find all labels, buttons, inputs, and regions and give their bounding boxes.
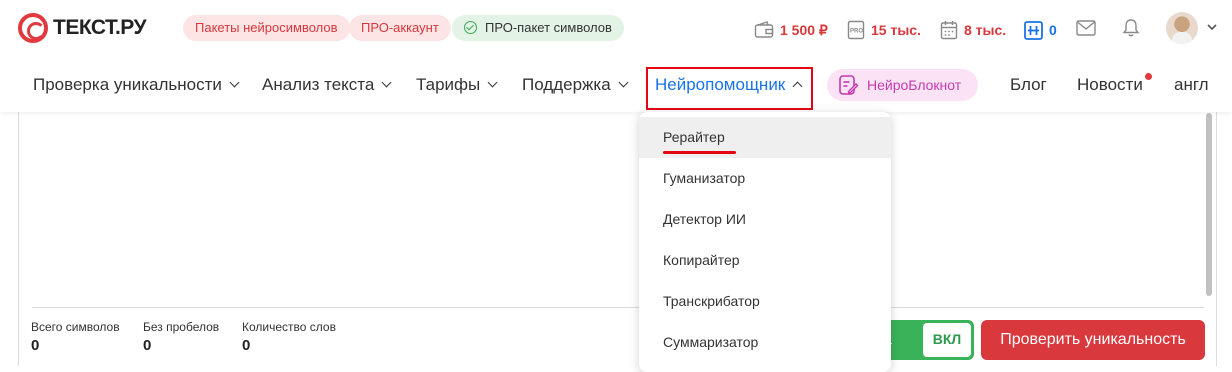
nav-language[interactable]: англ — [1174, 58, 1209, 112]
dropdown-item-copywriter[interactable]: Копирайтер — [639, 240, 891, 281]
pro-account-pill[interactable]: ПРО-аккаунт — [349, 15, 451, 41]
editor-scrollbar[interactable] — [1206, 113, 1212, 296]
pro-chars-pill[interactable]: ПРО-пакет символов — [452, 15, 624, 41]
daily-chars-value: 8 тыс. — [964, 22, 1007, 38]
nav-uniqueness[interactable]: Проверка уникальности — [33, 58, 240, 112]
nav-news-label: Новости — [1077, 75, 1143, 94]
total-chars-value: 0 — [31, 337, 40, 354]
top-header: ТЕКСТ.РУ Пакеты нейросимволов ПРО-аккаун… — [0, 0, 1232, 58]
wallet-icon — [754, 21, 774, 38]
notifications-count: 0 — [1049, 22, 1057, 38]
nav-support[interactable]: Поддержка — [522, 58, 629, 112]
notification-h-icon — [1024, 20, 1043, 40]
notebook-icon — [839, 75, 859, 95]
logo-icon — [18, 13, 48, 43]
mail-icon[interactable] — [1076, 20, 1096, 36]
nav-support-label: Поддержка — [522, 75, 611, 94]
pro-chars-pill-label: ПРО-пакет символов — [485, 20, 612, 35]
no-spaces-value: 0 — [143, 337, 152, 354]
chevron-down-icon — [229, 77, 240, 88]
nav-tariffs-label: Тарифы — [416, 75, 481, 94]
pro-doc-icon: PRO — [847, 20, 865, 40]
chevron-down-icon — [618, 77, 629, 88]
neuro-packages-pill[interactable]: Пакеты нейросимволов — [183, 15, 350, 41]
nav-tariffs[interactable]: Тарифы — [416, 58, 498, 112]
balance-value: 1 500 ₽ — [780, 21, 828, 38]
word-count-label: Количество слов — [242, 320, 336, 334]
no-spaces-label: Без пробелов — [143, 320, 220, 334]
nav-text-analysis-label: Анализ текста — [262, 75, 375, 94]
check-uniqueness-button[interactable]: Проверить уникальность — [981, 320, 1205, 360]
chevron-down-icon — [487, 77, 498, 88]
nav-blog-label: Блог — [1010, 75, 1047, 94]
pro-chars-stat[interactable]: PRO 15 тыс. — [847, 18, 921, 42]
selected-item-underline — [663, 151, 736, 154]
avatar[interactable] — [1166, 12, 1198, 44]
chevron-down-icon — [381, 77, 392, 88]
daily-chars-stat[interactable]: 8 тыс. — [940, 18, 1006, 42]
nav-uniqueness-label: Проверка уникальности — [33, 75, 222, 94]
notifications-stat[interactable]: 0 — [1024, 18, 1057, 42]
editor-divider — [32, 307, 1204, 308]
active-nav-highlight — [646, 67, 813, 110]
dropdown-item-transcriber[interactable]: Транскрибатор — [639, 281, 891, 322]
news-unread-dot — [1145, 73, 1152, 80]
chevron-down-icon[interactable] — [1207, 24, 1217, 31]
nav-neuro-notebook-label: НейроБлокнот — [867, 77, 962, 93]
svg-text:PRO: PRO — [850, 29, 863, 35]
balance[interactable]: 1 500 ₽ — [754, 18, 828, 42]
nav-blog[interactable]: Блог — [1010, 58, 1047, 112]
logo[interactable]: ТЕКСТ.РУ — [18, 12, 147, 44]
logo-text: ТЕКСТ.РУ — [53, 16, 147, 39]
check-circle-icon — [464, 21, 477, 34]
calendar-icon — [940, 21, 958, 40]
total-chars-label: Всего символов — [31, 320, 120, 334]
nav-text-analysis[interactable]: Анализ текста — [262, 58, 392, 112]
nav-neuro-notebook[interactable]: НейроБлокнот — [827, 69, 978, 101]
nav-language-label: англ — [1174, 75, 1209, 94]
nav-news[interactable]: Новости — [1077, 58, 1143, 112]
word-count-value: 0 — [242, 337, 251, 354]
mode-toggle-state[interactable]: ВКЛ — [922, 322, 972, 358]
dropdown-item-ai-detector[interactable]: Детектор ИИ — [639, 199, 891, 240]
pro-chars-value: 15 тыс. — [871, 22, 921, 38]
dropdown-item-humanizer[interactable]: Гуманизатор — [639, 158, 891, 199]
dropdown-item-summarizer[interactable]: Суммаризатор — [639, 322, 891, 363]
bell-icon[interactable] — [1122, 18, 1140, 38]
main-nav: Проверка уникальности Анализ текста Тари… — [0, 58, 1232, 112]
